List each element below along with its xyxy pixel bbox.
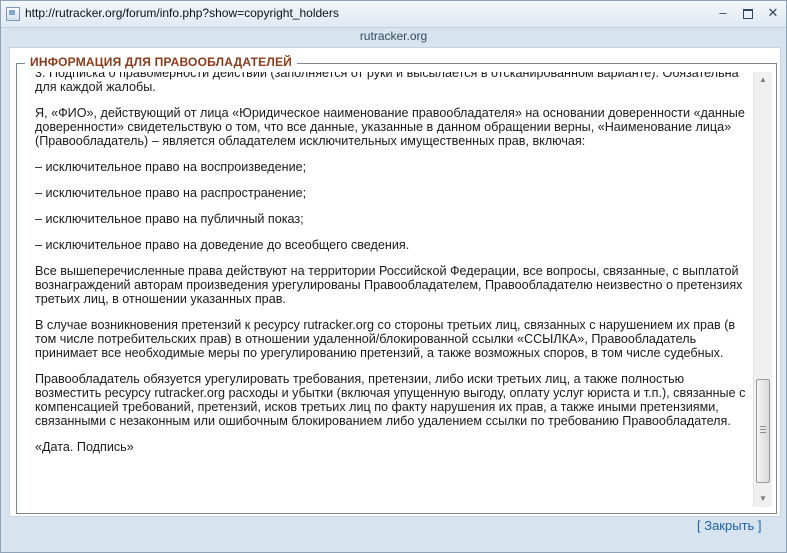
title-bar: http://rutracker.org/forum/info.php?show… [1,1,786,28]
paragraph-item-2: Я, «ФИО», действующий от лица «Юридическ… [35,106,745,148]
popup-window: http://rutracker.org/forum/info.php?show… [0,0,787,553]
scroll-up-arrow-icon[interactable]: ▲ [754,72,772,88]
paragraph-item-5: – исключительное право на публичный пока… [35,212,304,226]
vertical-scrollbar[interactable]: ▲ ▼ [753,72,772,507]
scroll-down-arrow-icon[interactable]: ▼ [754,491,772,507]
paragraph-item-1: 3. Подписка о правомерности действий (за… [35,72,739,94]
paragraph-item-4: – исключительное право на распространени… [35,186,307,200]
info-text-scroll-area[interactable]: 3. Подписка о правомерности действий (за… [26,72,773,509]
info-text: 3. Подписка о правомерности действий (за… [35,72,748,466]
page-icon [6,7,20,21]
close-link[interactable]: [ Закрыть ] [697,518,762,533]
close-icon[interactable]: ✕ [764,5,782,21]
paragraph-item-7: Все вышеперечисленные права действуют на… [35,264,743,306]
content-area: ИНФОРМАЦИЯ ДЛЯ ПРАВООБЛАДАТЕЛЕЙ 3. Подпи… [9,47,781,517]
paragraph-item-10: «Дата. Подпись» [35,440,134,454]
window-title-url: http://rutracker.org/forum/info.php?show… [25,6,339,20]
scrollbar-thumb[interactable] [756,379,770,483]
paragraph-item-8: В случае возникновения претензий к ресур… [35,318,736,360]
site-name-bar: rutracker.org [359,29,428,43]
paragraph-item-6: – исключительное право на доведение до в… [35,238,410,252]
grip-icon [760,426,766,433]
paragraph-item-9: Правообладатель обязуется урегулировать … [35,372,746,428]
copyright-info-fieldset: ИНФОРМАЦИЯ ДЛЯ ПРАВООБЛАДАТЕЛЕЙ 3. Подпи… [16,55,777,514]
paragraph-item-3: – исключительное право на воспроизведени… [35,160,307,174]
maximize-icon[interactable] [739,5,757,21]
minimize-icon[interactable]: – [714,5,732,21]
fieldset-legend: ИНФОРМАЦИЯ ДЛЯ ПРАВООБЛАДАТЕЛЕЙ [25,55,297,69]
